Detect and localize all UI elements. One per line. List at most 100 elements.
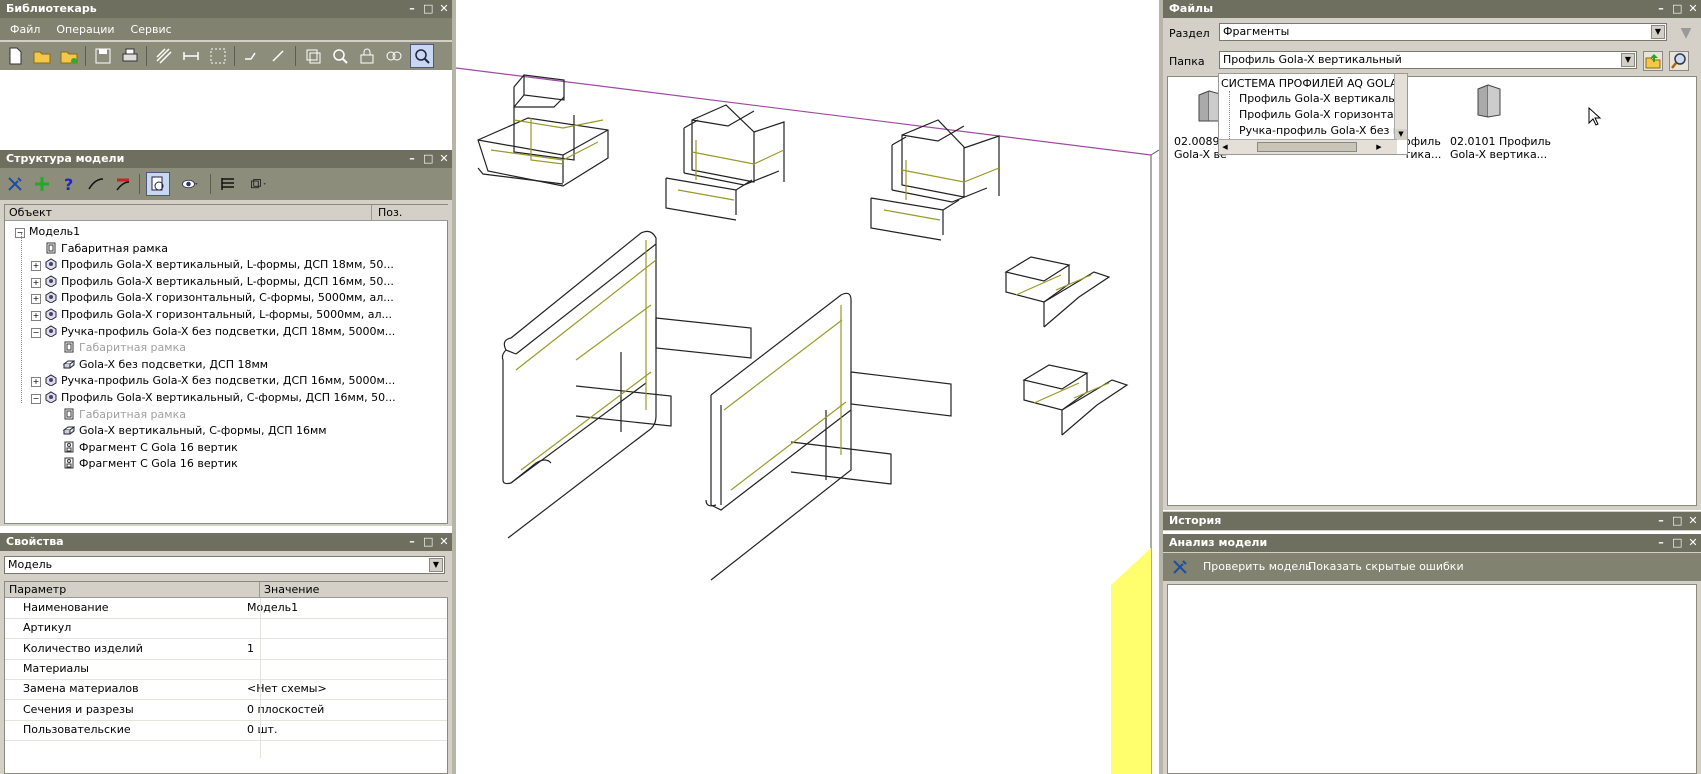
model-viewport[interactable] [456,0,1159,774]
print-icon[interactable] [119,45,141,67]
collapse-icon[interactable]: − [15,228,25,238]
add-folder-icon[interactable] [58,45,80,67]
add-node-icon[interactable] [31,173,53,195]
expand-icon[interactable]: + [31,261,41,272]
tree-item[interactable]: Фрагмент C Gola 16 вертик [49,439,238,456]
menu-file[interactable]: Файл [10,23,40,36]
dimension-icon[interactable] [180,45,202,67]
scroll-thumb[interactable] [1257,142,1357,152]
tree-item[interactable]: − Ручка-профиль Gola-X без подсветки, ДСП… [31,323,395,340]
minimize-icon[interactable]: – [1656,0,1666,18]
tree-item[interactable]: + Ручка-профиль Gola-X без подсветки, ДСП… [31,372,395,389]
close-icon[interactable]: ✕ [1688,0,1698,18]
open-folder-icon[interactable] [31,45,53,67]
tools-icon[interactable] [4,173,26,195]
maximize-icon[interactable]: □ [423,150,433,168]
lock-icon[interactable] [356,45,378,67]
minimize-icon[interactable]: – [1656,512,1666,530]
collapse-icon[interactable]: − [31,327,41,338]
tree-item[interactable]: Gola-X без подсветки, ДСП 18мм [49,356,268,373]
grid-icon[interactable] [207,45,229,67]
col-object-header[interactable]: Объект [5,205,372,221]
layers-icon[interactable] [244,173,274,195]
new-file-icon[interactable] [4,45,26,67]
expand-icon[interactable]: + [31,377,41,388]
folder-up-icon[interactable] [1643,51,1663,71]
filter-icon[interactable]: ▼ [1675,24,1697,42]
expand-icon[interactable]: + [31,277,41,288]
tree-item[interactable]: + Профиль Gola-X вертикальный, L-формы, Д… [31,256,394,273]
tools-icon[interactable] [1171,558,1189,576]
col-pos-header[interactable]: Поз. [372,205,448,221]
property-row[interactable]: Замена материалов <Нет схемы> [5,679,447,701]
tree-item[interactable]: + Профиль Gola-X вертикальный, L-формы, Д… [31,273,394,290]
maximize-icon[interactable]: □ [1672,0,1682,18]
properties-selector[interactable]: Модель ▼ [4,556,445,574]
scroll-right-icon[interactable]: ▶ [1373,140,1385,154]
minimize-icon[interactable]: – [1656,534,1666,552]
close-icon[interactable]: ✕ [439,0,449,18]
hatch-icon[interactable] [153,45,175,67]
tree-item[interactable]: Габаритная рамка [31,240,168,257]
minimize-icon[interactable]: – [407,533,417,551]
view-icon[interactable] [146,172,170,196]
property-row[interactable]: Артикул [5,618,447,640]
chevron-down-icon[interactable]: ▼ [429,558,443,572]
maximize-icon[interactable]: □ [423,533,433,551]
curve-icon[interactable] [85,173,107,195]
section-select[interactable]: Фрагменты ▼ [1219,23,1667,41]
col-param-header[interactable]: Параметр [5,582,260,598]
expand-icon[interactable]: + [31,311,41,321]
expand-icon[interactable]: + [31,294,41,305]
dropdown-hscroll[interactable]: ◀ ▶ [1219,139,1397,154]
property-row[interactable]: Пользовательские 0 шт. [5,720,447,741]
tree-item[interactable]: Габаритная рамка [49,406,186,423]
remove-node-icon[interactable] [112,173,134,195]
help-icon[interactable]: ? [58,173,80,195]
visibility-icon[interactable] [175,173,205,195]
arc-tool-icon[interactable] [268,45,290,67]
minimize-icon[interactable]: – [407,150,417,168]
tree-item[interactable]: Gola-X вертикальный, C-формы, ДСП 16мм [49,422,327,439]
property-row[interactable]: Материалы [5,659,447,680]
tree-item[interactable]: + Профиль Gola-X горизонтальный, C-формы,… [31,289,394,306]
property-value[interactable]: 0 шт. [247,720,277,740]
menu-operations[interactable]: Операции [56,23,114,36]
minimize-icon[interactable]: – [407,0,417,18]
chevron-down-icon[interactable]: ▼ [1651,25,1665,39]
property-value[interactable]: 0 плоскостей [247,700,324,720]
property-value[interactable]: 1 [247,639,254,659]
property-value[interactable]: Модель1 [247,598,298,618]
dropdown-item-root[interactable]: СИСТЕМА ПРОФИЛЕЙ AQ GOLA-X [1221,77,1407,90]
maximize-icon[interactable]: □ [1672,534,1682,552]
list-icon[interactable] [217,173,239,195]
check-model-button[interactable]: Проверить модель [1203,560,1312,573]
property-value[interactable]: <Нет схемы> [247,679,327,699]
chevron-down-icon[interactable]: ▼ [1621,53,1635,67]
dropdown-vscroll[interactable]: ▼ [1394,74,1407,140]
menu-service[interactable]: Сервис [131,23,172,36]
dropdown-item-vertical[interactable]: Профиль Gola-X вертикальный [1239,92,1407,105]
close-icon[interactable]: ✕ [439,533,449,551]
property-row[interactable]: Количество изделий 1 [5,639,447,660]
tree-root[interactable]: − Модель1 [15,223,80,240]
close-icon[interactable]: ✕ [1688,534,1698,552]
property-row[interactable]: Наименование Модель1 [5,598,447,619]
col-value-header[interactable]: Значение [260,582,448,598]
save-icon[interactable] [92,45,114,67]
maximize-icon[interactable]: □ [423,0,433,18]
close-icon[interactable]: ✕ [1688,512,1698,530]
tree-item[interactable]: Фрагмент C Gola 16 вертик [49,455,238,472]
tree-item[interactable]: + Профиль Gola-X горизонтальный, L-формы,… [31,306,392,323]
close-icon[interactable]: ✕ [439,150,449,168]
line-tool-icon[interactable] [241,45,263,67]
thumb-3[interactable]: 02.0101 Профиль Gola-X вертика... [1450,81,1560,161]
link-icon[interactable] [383,45,405,67]
tree-item[interactable]: Габаритная рамка [49,339,186,356]
dropdown-item-handle[interactable]: Ручка-профиль Gola-X без подсв [1239,124,1407,137]
scroll-left-icon[interactable]: ◀ [1219,140,1231,154]
collapse-icon[interactable]: − [31,394,41,404]
copy-icon[interactable] [302,45,324,67]
search-icon[interactable] [1669,51,1689,71]
tree-item[interactable]: − Профиль Gola-X вертикальный, C-формы, Д… [31,389,396,406]
